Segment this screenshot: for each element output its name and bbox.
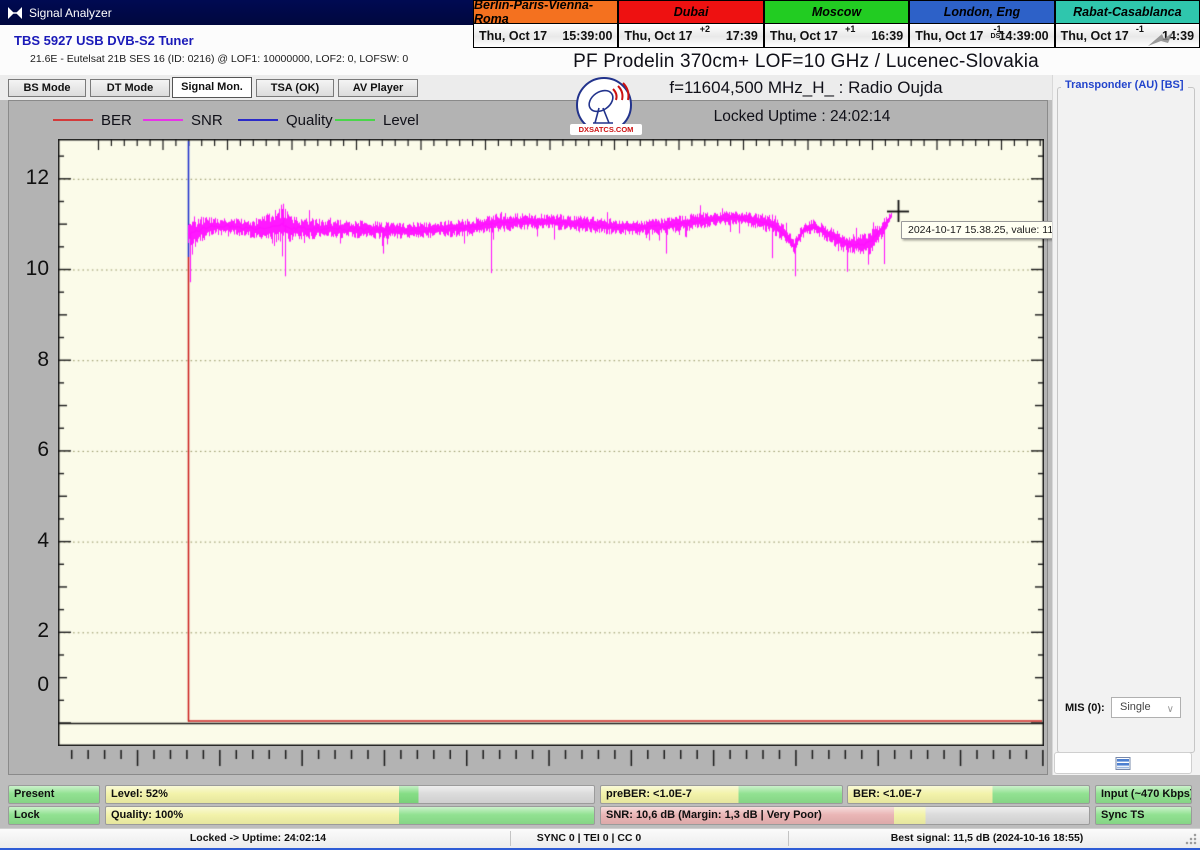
statusbar-separator	[510, 831, 511, 846]
legend-snr: SNR	[143, 110, 223, 130]
legend-level: Level	[335, 110, 419, 130]
clock-offset: +2	[699, 24, 710, 34]
dish-header: PF Prodelin 370cm+ LOF=10 GHz / Lucenec-…	[573, 51, 1039, 72]
signal-chart-panel: BER SNR Quality Level Locked Uptime : 24…	[8, 100, 1140, 775]
y-tick-label: 6	[37, 438, 49, 461]
y-tick-label: 12	[25, 166, 49, 189]
mis-dropdown[interactable]: Single ∨	[1111, 697, 1181, 718]
ber-bar: BER: <1.0E-7	[847, 785, 1090, 804]
y-tick-label: 2	[37, 619, 49, 642]
clock-berlin: Berlin-Paris-Vienna-Roma Thu, Oct 17 15:…	[473, 0, 619, 48]
app-icon	[8, 6, 22, 19]
quality-bar: Quality: 100%	[105, 806, 595, 825]
transponder-panel: Transponder (AU) [BS] Frequency:11604,54…	[1052, 75, 1200, 775]
y-tick-label: 4	[37, 529, 49, 552]
tab-signal-mon[interactable]: Signal Mon.	[172, 77, 252, 98]
clock-date: Thu, Oct 17	[915, 28, 984, 43]
tab-bs-mode[interactable]: BS Mode	[8, 79, 86, 97]
clock-city-label: Dubai	[618, 0, 764, 24]
clock-time: 15:39:00	[562, 28, 613, 43]
clock-time: 14:39:00	[998, 28, 1049, 43]
level-bar: Level: 52%	[105, 785, 595, 804]
clock-date: Thu, Oct 17	[624, 28, 693, 43]
clock-dubai: Dubai Thu, Oct 17 +2 17:39	[618, 0, 764, 48]
present-indicator: Present	[8, 785, 100, 804]
transponder-groupbox	[1057, 87, 1195, 753]
legend-ber: BER	[53, 110, 132, 130]
input-indicator: Input (~470 Kbps)	[1095, 785, 1192, 804]
clock-moscow: Moscow Thu, Oct 17 +1 16:39	[763, 0, 910, 48]
transponder-title: Transponder (AU) [BS]	[1061, 79, 1188, 91]
ber-line-swatch	[53, 119, 93, 121]
snr-bar: SNR: 10,6 dB (Margin: 1,3 dB | Very Poor…	[600, 806, 1090, 825]
mis-label: MIS (0):	[1065, 702, 1105, 714]
signature-mark-icon	[1148, 32, 1173, 46]
chevron-down-icon: ∨	[1166, 704, 1174, 715]
statusbar-sync: SYNC 0 | TEI 0 | CC 0	[536, 832, 642, 844]
clock-city-label: Berlin-Paris-Vienna-Roma	[473, 0, 619, 26]
clock-date: Thu, Oct 17	[769, 28, 838, 43]
clock-time: 17:39	[725, 28, 758, 43]
clock-city-label: Moscow	[763, 0, 910, 24]
x-axis-ticks-canvas	[58, 747, 1044, 773]
clock-rabat: Rabat-Casablanca Thu, Oct 17 -1 14:39	[1054, 0, 1200, 48]
window-title: Signal Analyzer	[29, 5, 112, 20]
level-line-swatch	[335, 119, 375, 121]
syncts-indicator: Sync TS	[1095, 806, 1192, 825]
y-tick-label: 0	[37, 673, 49, 696]
window-statusbar: Locked -> Uptime: 24:02:14 SYNC 0 | TEI …	[0, 828, 1200, 848]
clock-offset: -1	[1135, 24, 1144, 34]
clock-city-label: Rabat-Casablanca	[1054, 0, 1200, 24]
y-tick-label: 10	[25, 257, 49, 280]
clock-time-row: Thu, Oct 17 +2 17:39	[618, 24, 764, 48]
snr-line-swatch	[143, 119, 183, 121]
tuner-info: 21.6E - Eutelsat 21B SES 16 (ID: 0216) @…	[30, 53, 409, 65]
resize-grip[interactable]	[1185, 833, 1197, 845]
printer-icon	[1115, 756, 1131, 770]
world-clocks: Berlin-Paris-Vienna-Roma Thu, Oct 17 15:…	[473, 0, 1200, 48]
clock-date: Thu, Oct 17	[479, 28, 548, 43]
statusbar-best-signal: Best signal: 11,5 dB (2024-10-16 18:55)	[890, 832, 1084, 844]
save-snapshot-button[interactable]	[1054, 752, 1192, 774]
y-tick-label: 8	[37, 348, 49, 371]
quality-line-swatch	[238, 119, 278, 121]
preber-bar: preBER: <1.0E-7	[600, 785, 843, 804]
clock-london: London, Eng Thu, Oct 17 -1 DST 14:39:00	[909, 0, 1055, 48]
clock-offset: +1	[845, 24, 856, 34]
statusbar-uptime: Locked -> Uptime: 24:02:14	[189, 832, 327, 844]
clock-time: 16:39	[871, 28, 904, 43]
tuner-name: TBS 5927 USB DVB-S2 Tuner	[14, 33, 194, 48]
tab-dt-mode[interactable]: DT Mode	[90, 79, 170, 97]
snr-plot-canvas	[58, 139, 1044, 746]
mis-selected-value: Single	[1120, 701, 1151, 713]
statusbar-separator	[788, 831, 789, 846]
legend-quality: Quality	[238, 110, 333, 130]
clock-time-row: Thu, Oct 17 +1 16:39	[763, 24, 910, 48]
clock-city-label: London, Eng	[909, 0, 1055, 24]
clock-time-row: Thu, Oct 17 15:39:00	[473, 24, 619, 48]
tab-av-player[interactable]: AV Player	[338, 79, 418, 97]
tab-tsa[interactable]: TSA (OK)	[256, 79, 334, 97]
clock-time-row: Thu, Oct 17 -1 DST 14:39:00	[909, 24, 1055, 48]
clock-time-row: Thu, Oct 17 -1 14:39	[1054, 24, 1200, 48]
clock-date: Thu, Oct 17	[1060, 28, 1129, 43]
lock-indicator: Lock	[8, 806, 100, 825]
dxsatcs-logo-text: DXSATCS.COM	[570, 124, 642, 135]
